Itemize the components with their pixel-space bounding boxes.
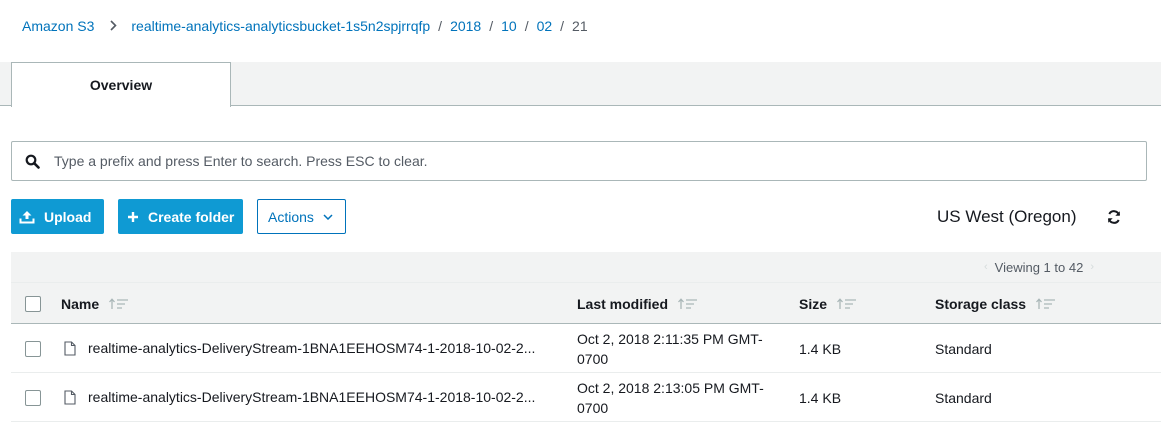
storage-class-cell: Standard [935, 373, 992, 422]
chevron-down-icon [323, 213, 333, 220]
actions-dropdown-label: Actions [268, 208, 314, 225]
column-header-last-modified[interactable]: Last modified [577, 283, 698, 325]
select-all-cell [25, 283, 41, 325]
pager: ‹ Viewing 1 to 42 › [977, 252, 1101, 282]
search-icon [12, 142, 52, 180]
column-header-storage-class[interactable]: Storage class [935, 283, 1056, 325]
file-name-link[interactable]: realtime-analytics-DeliveryStream-1BNA1E… [88, 324, 553, 373]
size-cell: 1.4 KB [799, 373, 841, 422]
breadcrumb-current: 21 [572, 18, 588, 34]
last-modified-value: Oct 2, 2018 2:11:35 PM GMT-0700 [577, 330, 763, 367]
breadcrumb-separator: / [524, 18, 529, 34]
search-box [11, 141, 1147, 181]
sort-icon [109, 298, 129, 310]
refresh-icon[interactable] [1105, 208, 1123, 226]
breadcrumb-folder-month[interactable]: 10 [501, 18, 517, 34]
file-name-cell: realtime-analytics-DeliveryStream-1BNA1E… [64, 373, 553, 422]
actions-dropdown[interactable]: Actions [257, 199, 346, 234]
row-checkbox[interactable] [25, 389, 41, 406]
table-header: Name Last modified Size Storage class [11, 282, 1161, 324]
row-select-cell [25, 324, 41, 373]
size-value: 1.4 KB [799, 340, 842, 357]
chevron-right-icon [110, 18, 118, 34]
storage-class-value: Standard [935, 340, 992, 357]
search-input[interactable] [52, 143, 1146, 179]
storage-class-value: Standard [935, 389, 992, 406]
breadcrumb: Amazon S3 realtime-analytics-analyticsbu… [22, 17, 588, 35]
storage-class-cell: Standard [935, 324, 992, 373]
row-checkbox[interactable] [25, 340, 41, 357]
select-all-checkbox[interactable] [25, 296, 41, 312]
sort-icon [837, 298, 857, 310]
table-pager-bar: ‹ Viewing 1 to 42 › [11, 252, 1161, 282]
file-name-link[interactable]: realtime-analytics-DeliveryStream-1BNA1E… [88, 373, 553, 422]
column-header-name-label: Name [61, 296, 100, 312]
row-select-cell [25, 373, 41, 422]
breadcrumb-separator: / [489, 18, 494, 34]
column-header-storage-class-label: Storage class [935, 296, 1027, 312]
breadcrumb-bucket[interactable]: realtime-analytics-analyticsbucket-1s5n2… [131, 18, 430, 34]
breadcrumb-separator: / [438, 18, 443, 34]
plus-icon [127, 211, 139, 223]
create-folder-button[interactable]: Create folder [118, 199, 243, 234]
upload-button-label: Upload [44, 208, 92, 225]
last-modified-value: Oct 2, 2018 2:13:05 PM GMT-0700 [577, 379, 764, 416]
breadcrumb-folder-year[interactable]: 2018 [450, 18, 481, 34]
column-header-name[interactable]: Name [61, 283, 129, 325]
region-label: US West (Oregon) [937, 207, 1077, 226]
upload-button[interactable]: Upload [11, 199, 104, 234]
column-header-size[interactable]: Size [799, 283, 857, 325]
create-folder-button-label: Create folder [148, 208, 235, 225]
file-icon [64, 341, 76, 356]
last-modified-cell: Oct 2, 2018 2:13:05 PM GMT-0700 [577, 373, 777, 422]
last-modified-cell: Oct 2, 2018 2:11:35 PM GMT-0700 [577, 324, 777, 373]
breadcrumb-amazon-s3[interactable]: Amazon S3 [22, 18, 94, 34]
sort-icon [678, 298, 698, 310]
breadcrumb-separator: / [560, 18, 565, 34]
size-value: 1.4 KB [799, 389, 842, 406]
table-row[interactable]: realtime-analytics-DeliveryStream-1BNA1E… [11, 324, 1161, 373]
upload-icon [19, 210, 35, 224]
pager-prev-icon[interactable]: ‹ [984, 261, 988, 273]
column-header-size-label: Size [799, 296, 828, 312]
pager-next-icon[interactable]: › [1090, 261, 1094, 273]
file-icon [64, 390, 76, 405]
pager-text: Viewing 1 to 42 [994, 259, 1084, 275]
file-name-cell: realtime-analytics-DeliveryStream-1BNA1E… [64, 324, 553, 373]
sort-icon [1036, 298, 1056, 310]
breadcrumb-folder-day[interactable]: 02 [537, 18, 553, 34]
table-row[interactable]: realtime-analytics-DeliveryStream-1BNA1E… [11, 373, 1161, 422]
tab-overview[interactable]: Overview [11, 62, 231, 107]
column-header-last-modified-label: Last modified [577, 296, 669, 312]
size-cell: 1.4 KB [799, 324, 841, 373]
